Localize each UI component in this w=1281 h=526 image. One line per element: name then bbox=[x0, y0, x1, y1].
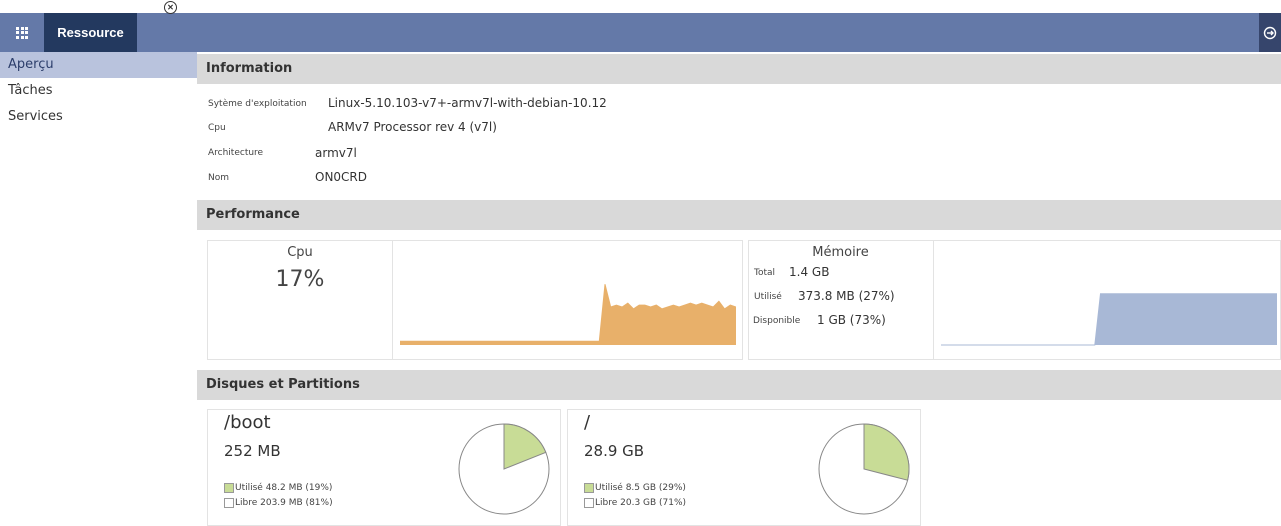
disk-free-legend: Libre 20.3 GB (71%) bbox=[584, 498, 686, 508]
disk-pie-chart bbox=[458, 423, 550, 515]
sidebar-item-services[interactable]: Services bbox=[0, 104, 197, 130]
info-value-cpu: ARMv7 Processor rev 4 (v7l) bbox=[328, 120, 497, 134]
cpu-title: Cpu bbox=[287, 245, 313, 260]
memory-total-label: Total bbox=[754, 268, 776, 278]
sidebar-item-taches[interactable]: Tâches bbox=[0, 78, 197, 104]
memory-title: Mémoire bbox=[812, 245, 869, 260]
free-swatch bbox=[584, 498, 594, 508]
performance-header: Performance bbox=[197, 200, 1281, 230]
memory-free-label: Disponible bbox=[753, 316, 801, 326]
info-label-os: Sytème d'exploitation bbox=[208, 99, 307, 109]
cpu-divider bbox=[392, 241, 393, 359]
information-header: Information bbox=[197, 54, 1281, 84]
sidebar: Aperçu Tâches Services bbox=[0, 52, 197, 526]
disk-card-boot: /boot 252 MB Utilisé 48.2 MB (19%) Libre… bbox=[207, 409, 561, 526]
disk-pie-chart bbox=[818, 423, 910, 515]
disk-card-root: / 28.9 GB Utilisé 8.5 GB (29%) Libre 20.… bbox=[567, 409, 921, 526]
info-label-arch: Architecture bbox=[208, 148, 264, 158]
info-value-nom: ON0CRD bbox=[315, 170, 368, 184]
memory-usage-chart bbox=[941, 293, 1277, 346]
sidebar-item-apercu[interactable]: Aperçu bbox=[0, 52, 197, 78]
cpu-series-area bbox=[400, 284, 736, 345]
disk-name: / bbox=[584, 412, 591, 433]
disk-free-legend: Libre 203.9 MB (81%) bbox=[224, 498, 333, 508]
memory-free-value: 1 GB (73%) bbox=[817, 313, 886, 327]
used-swatch bbox=[224, 483, 234, 493]
memory-card: Mémoire Total 1.4 GB Utilisé 373.8 MB (2… bbox=[748, 240, 1281, 360]
logout-button[interactable] bbox=[1259, 13, 1281, 52]
memory-divider bbox=[933, 241, 934, 359]
disk-free-label: Libre 203.9 MB (81%) bbox=[235, 498, 333, 508]
info-value-arch: armv7l bbox=[315, 146, 357, 160]
top-bar: Ressource ✕ bbox=[0, 1, 1281, 52]
memory-total-value: 1.4 GB bbox=[789, 265, 830, 279]
tab-ressource[interactable]: Ressource ✕ bbox=[44, 1, 177, 52]
logout-icon bbox=[1263, 26, 1277, 39]
disk-name: /boot bbox=[224, 412, 271, 433]
tab-label: Ressource bbox=[57, 25, 124, 40]
apps-menu-button[interactable] bbox=[0, 13, 44, 52]
used-swatch bbox=[584, 483, 594, 493]
memory-used-value: 373.8 MB (27%) bbox=[798, 289, 895, 303]
disk-free-label: Libre 20.3 GB (71%) bbox=[595, 498, 687, 508]
disk-used-label: Utilisé 8.5 GB (29%) bbox=[595, 483, 686, 493]
cpu-value: 17% bbox=[275, 267, 325, 292]
cpu-card: Cpu 17% bbox=[207, 240, 743, 360]
disks-header: Disques et Partitions bbox=[197, 370, 1281, 400]
info-label-cpu: Cpu bbox=[208, 123, 226, 133]
info-label-nom: Nom bbox=[208, 173, 230, 183]
info-value-os: Linux-5.10.103-v7+-armv7l-with-debian-10… bbox=[328, 96, 607, 110]
disk-used-label: Utilisé 48.2 MB (19%) bbox=[235, 483, 333, 493]
free-swatch bbox=[224, 498, 234, 508]
close-circle-icon[interactable]: ✕ bbox=[164, 1, 177, 14]
main-content: Information Sytème d'exploitation Linux-… bbox=[197, 52, 1281, 526]
cpu-usage-chart bbox=[400, 284, 736, 345]
top-strip bbox=[0, 0, 1281, 13]
disk-size: 28.9 GB bbox=[584, 442, 645, 460]
disk-size: 252 MB bbox=[224, 442, 281, 460]
memory-used-label: Utilisé bbox=[754, 292, 782, 302]
memory-series-area bbox=[941, 293, 1277, 345]
disk-used-legend: Utilisé 8.5 GB (29%) bbox=[584, 483, 686, 493]
disk-used-legend: Utilisé 48.2 MB (19%) bbox=[224, 483, 332, 493]
grid-icon bbox=[16, 26, 28, 39]
